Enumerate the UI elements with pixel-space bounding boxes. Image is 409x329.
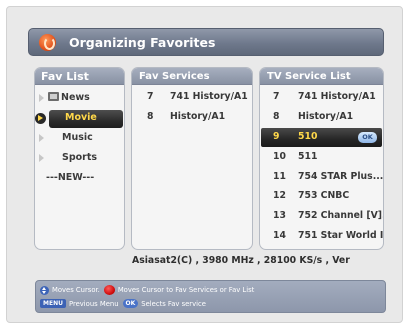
- cursor-arrow-icon: [35, 113, 46, 124]
- service-number: 7: [147, 91, 154, 102]
- fav-list-item-label: ---NEW---: [46, 172, 95, 183]
- help-line-2: MENU Previous Menu OK Selects Fav service: [40, 299, 208, 308]
- ok-key-badge: OK: [122, 299, 139, 308]
- service-name: 752 Channel [V]...: [298, 210, 384, 222]
- fav-list-item-new[interactable]: ---NEW---: [35, 169, 124, 189]
- tv-service-row[interactable]: 14 751 Star World I...: [260, 227, 383, 247]
- fav-services-header: Fav Services: [132, 68, 252, 85]
- fav-services-panel: Fav Services 7 741 History/A1 8 History/…: [131, 67, 253, 250]
- service-number: 8: [273, 110, 280, 122]
- service-number: 12: [273, 190, 286, 202]
- service-name: 753 CNBC: [298, 190, 350, 202]
- service-name: 754 STAR Plus...: [298, 170, 384, 182]
- service-name: 510: [298, 130, 318, 142]
- expand-arrow-icon: [39, 134, 44, 142]
- help-line-1: Moves Cursor. Moves Cursor to Fav Service…: [40, 285, 256, 295]
- fav-list-item-label: News: [61, 92, 90, 103]
- fav-list-item-sports[interactable]: Sports: [35, 149, 124, 169]
- fav-list-item-label: Sports: [62, 152, 98, 163]
- fav-list-item-news[interactable]: News: [35, 89, 124, 109]
- satellite-info: Asiasat2(C) , 3980 MHz , 28100 KS/s , Ve…: [132, 255, 350, 266]
- tv-service-row[interactable]: 13 752 Channel [V]...: [260, 207, 383, 227]
- expand-arrow-icon: [39, 94, 44, 102]
- fav-organize-icon: [39, 34, 56, 51]
- help-text: Previous Menu: [68, 299, 119, 308]
- service-number: 11: [273, 170, 286, 182]
- service-name: History/A1: [298, 110, 354, 122]
- service-number: 13: [273, 210, 286, 222]
- red-button-icon: [103, 285, 115, 295]
- fav-list-item-music[interactable]: Music: [35, 129, 124, 149]
- service-name: 511: [298, 150, 318, 162]
- tv-icon: [48, 92, 59, 101]
- expand-arrow-icon: [39, 154, 44, 162]
- fav-list-item-label: Music: [62, 132, 93, 143]
- fav-list-panel: Fav List News Movie Music Sports ---NEW-…: [34, 67, 125, 250]
- up-down-arrow-icon: [40, 285, 49, 295]
- tv-service-row[interactable]: 7 741 History/A1: [260, 88, 383, 108]
- ok-key-badge: OK: [358, 131, 377, 143]
- service-number: 8: [147, 110, 154, 122]
- service-name: 751 Star World I...: [298, 230, 384, 242]
- help-text: Moves Cursor.: [52, 286, 100, 294]
- tv-service-row[interactable]: 8 History/A1: [260, 108, 383, 128]
- page-title: Organizing Favorites: [69, 35, 216, 50]
- help-text: Selects Fav service: [141, 299, 206, 308]
- service-number: 10: [273, 150, 286, 162]
- title-bar: Organizing Favorites: [28, 28, 384, 56]
- service-name: History/A1: [170, 110, 226, 122]
- service-number: 9: [273, 130, 280, 142]
- tv-service-list-header: TV Service List: [260, 68, 383, 85]
- fav-list-item-movie[interactable]: Movie: [35, 109, 124, 129]
- tv-service-row[interactable]: 12 753 CNBC: [260, 187, 383, 207]
- service-number: 7: [273, 91, 280, 102]
- fav-list-item-label: Movie: [65, 112, 97, 123]
- tv-service-row[interactable]: 11 754 STAR Plus...: [260, 168, 383, 188]
- fav-service-row[interactable]: 8 History/A1: [132, 108, 252, 128]
- service-number: 14: [273, 230, 286, 242]
- service-name: 741 History/A1: [298, 91, 376, 102]
- help-text: Moves Cursor to Fav Services or Fav List: [117, 286, 255, 294]
- help-box: Moves Cursor. Moves Cursor to Fav Service…: [35, 280, 386, 313]
- tv-service-list-panel: TV Service List 7 741 History/A1 8 Histo…: [259, 67, 384, 250]
- tv-service-row-selected[interactable]: 9 510 OK: [260, 127, 383, 148]
- service-name: 741 History/A1: [170, 91, 248, 102]
- menu-key-badge: MENU: [40, 299, 66, 308]
- tv-service-row[interactable]: 10 511: [260, 148, 383, 168]
- fav-list-header: Fav List: [35, 68, 124, 85]
- fav-service-row[interactable]: 7 741 History/A1: [132, 88, 252, 108]
